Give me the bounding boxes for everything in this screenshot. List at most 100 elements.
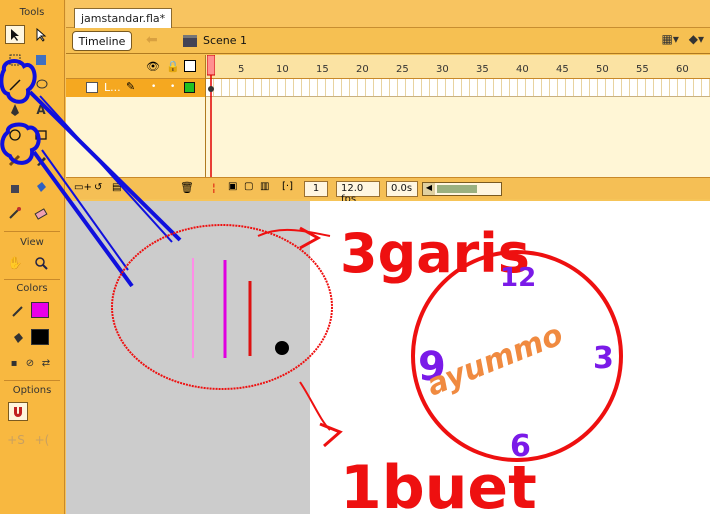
lock-icon[interactable]: 🔒 <box>166 60 180 73</box>
eraser-tool[interactable] <box>31 203 51 222</box>
layer-footer: ▭+ ↺ ▤ 🗑 <box>66 177 206 199</box>
oval-tool[interactable] <box>5 125 25 144</box>
free-transform-tool[interactable] <box>5 50 25 69</box>
edit-symbols-icon[interactable]: ◆▾ <box>689 32 704 46</box>
onion-markers-icon[interactable]: [·] <box>282 181 293 192</box>
ruler-tick: 35 <box>476 64 489 75</box>
ruler-tick: 15 <box>316 64 329 75</box>
scroll-thumb[interactable] <box>437 185 477 193</box>
motion-guide-icon[interactable]: ↺ <box>94 182 102 193</box>
ruler-tick: 40 <box>516 64 529 75</box>
stroke-color-label <box>8 301 28 320</box>
zoom-tool[interactable] <box>31 253 51 272</box>
delete-layer-icon[interactable]: 🗑 <box>180 181 194 194</box>
smooth-icon: +S <box>7 432 25 447</box>
straighten-icon: +( <box>34 432 50 447</box>
timeline-scrollbar[interactable]: ◀ <box>422 182 502 196</box>
ruler-tick: 10 <box>276 64 289 75</box>
selection-tool[interactable] <box>5 25 25 44</box>
smooth-button[interactable]: +S <box>6 430 26 449</box>
insert-layer-icon[interactable]: ▭+ <box>74 182 92 193</box>
paint-bucket-icon <box>14 332 23 343</box>
tools-divider <box>4 380 60 381</box>
frame-rate: 12.0 fps <box>336 181 380 205</box>
no-color-button[interactable]: ⊘ <box>22 354 38 373</box>
layer-row[interactable]: L... ✎ • • <box>66 79 206 97</box>
scene-label: Scene 1 <box>203 34 248 47</box>
tools-panel: Tools A View ✋ Colors ▪ ⊘ ⇄ Options +S +… <box>0 0 65 514</box>
subselect-arrow-icon <box>36 27 47 42</box>
pencil-icon <box>12 305 23 317</box>
colors-title: Colors <box>16 283 48 294</box>
ruler-tick: 50 <box>596 64 609 75</box>
swap-colors-button[interactable]: ⇄ <box>38 354 54 373</box>
eye-icon[interactable]: 👁 <box>146 60 160 73</box>
timeline-footer: ¦ ▣ ▢ ▥ [·] 1 12.0 fps 0.0s ◀ <box>206 177 710 205</box>
onion-outline-icon[interactable]: ▢ <box>244 181 253 192</box>
stroke-color-swatch[interactable] <box>31 302 49 318</box>
lock-dot-icon[interactable]: • <box>170 82 175 92</box>
insert-folder-icon[interactable]: ▤ <box>112 182 121 193</box>
lasso-icon <box>36 79 48 88</box>
straighten-button[interactable]: +( <box>32 430 52 449</box>
timeline-panel: 👁 🔒 1 5 10 15 20 25 30 35 40 45 50 55 60 <box>66 55 710 205</box>
timeline-button[interactable]: Timeline <box>72 31 132 51</box>
gradient-transform-tool[interactable] <box>31 50 51 69</box>
line-tool[interactable] <box>5 75 25 94</box>
transform-icon <box>9 54 21 65</box>
text-tool[interactable]: A <box>31 100 51 119</box>
black-white-button[interactable]: ▪ <box>6 354 22 373</box>
text-tool-icon: A <box>36 102 46 117</box>
fill-color-label <box>8 328 28 347</box>
snap-to-objects-button[interactable] <box>8 402 28 421</box>
stage-area[interactable] <box>66 201 710 514</box>
subselection-tool[interactable] <box>31 25 51 44</box>
stage-artwork <box>192 258 289 358</box>
fill-color-swatch[interactable] <box>31 329 49 345</box>
edit-multiple-icon[interactable]: ▥ <box>260 181 269 192</box>
outline-color-icon[interactable] <box>184 82 195 93</box>
ruler-tick: 30 <box>436 64 449 75</box>
current-frame: 1 <box>304 181 328 197</box>
eyedropper-tool[interactable] <box>5 203 25 222</box>
onion-skin-icon[interactable]: ▣ <box>228 181 237 192</box>
pencil-icon: ✎ <box>126 80 136 93</box>
frame-row[interactable] <box>206 79 710 97</box>
document-tab[interactable]: jamstandar.fla* <box>74 8 173 28</box>
ruler-tick: 5 <box>238 64 245 75</box>
ink-bottle-tool[interactable] <box>5 177 25 196</box>
paint-bucket-icon <box>37 181 46 192</box>
back-arrow-icon[interactable]: ⬅ <box>146 32 158 48</box>
brush-icon <box>37 156 46 166</box>
center-frame-icon[interactable]: ¦ <box>212 181 216 194</box>
document-tab-bar: jamstandar.fla* <box>66 0 710 28</box>
rectangle-tool[interactable] <box>31 125 51 144</box>
options-title: Options <box>12 385 52 396</box>
ruler-tick: 60 <box>676 64 689 75</box>
frame-ruler: 1 5 10 15 20 25 30 35 40 45 50 55 60 <box>206 55 710 79</box>
pencil-tool[interactable] <box>5 150 25 169</box>
flash-window: Tools A View ✋ Colors ▪ ⊘ ⇄ Options +S +… <box>0 0 710 514</box>
outline-icon[interactable] <box>184 60 196 72</box>
ruler-tick: 45 <box>556 64 569 75</box>
rectangle-icon <box>35 129 47 140</box>
eraser-icon <box>34 207 48 220</box>
swap-colors-icon: ⇄ <box>41 358 51 369</box>
lasso-tool[interactable] <box>31 75 51 94</box>
tools-divider <box>4 279 60 280</box>
brush-tool[interactable] <box>31 150 51 169</box>
document-area: jamstandar.fla* Timeline ⬅ Scene 1 ▦▾ ◆▾… <box>66 0 710 514</box>
tools-divider <box>4 231 60 232</box>
scroll-left-icon[interactable]: ◀ <box>423 183 435 195</box>
paint-bucket-tool[interactable] <box>31 177 51 196</box>
pen-tool[interactable] <box>5 100 25 119</box>
layer-name[interactable]: L... <box>104 81 121 94</box>
edit-scene-icon[interactable]: ▦▾ <box>662 32 679 46</box>
visible-dot-icon[interactable]: • <box>151 82 156 92</box>
zoom-icon <box>35 256 48 270</box>
hand-tool[interactable]: ✋ <box>5 253 25 272</box>
black-dot[interactable] <box>275 341 289 355</box>
view-title: View <box>20 237 44 248</box>
line-icon <box>9 78 21 91</box>
edit-symbols-icons[interactable]: ▦▾ ◆▾ <box>662 32 704 46</box>
